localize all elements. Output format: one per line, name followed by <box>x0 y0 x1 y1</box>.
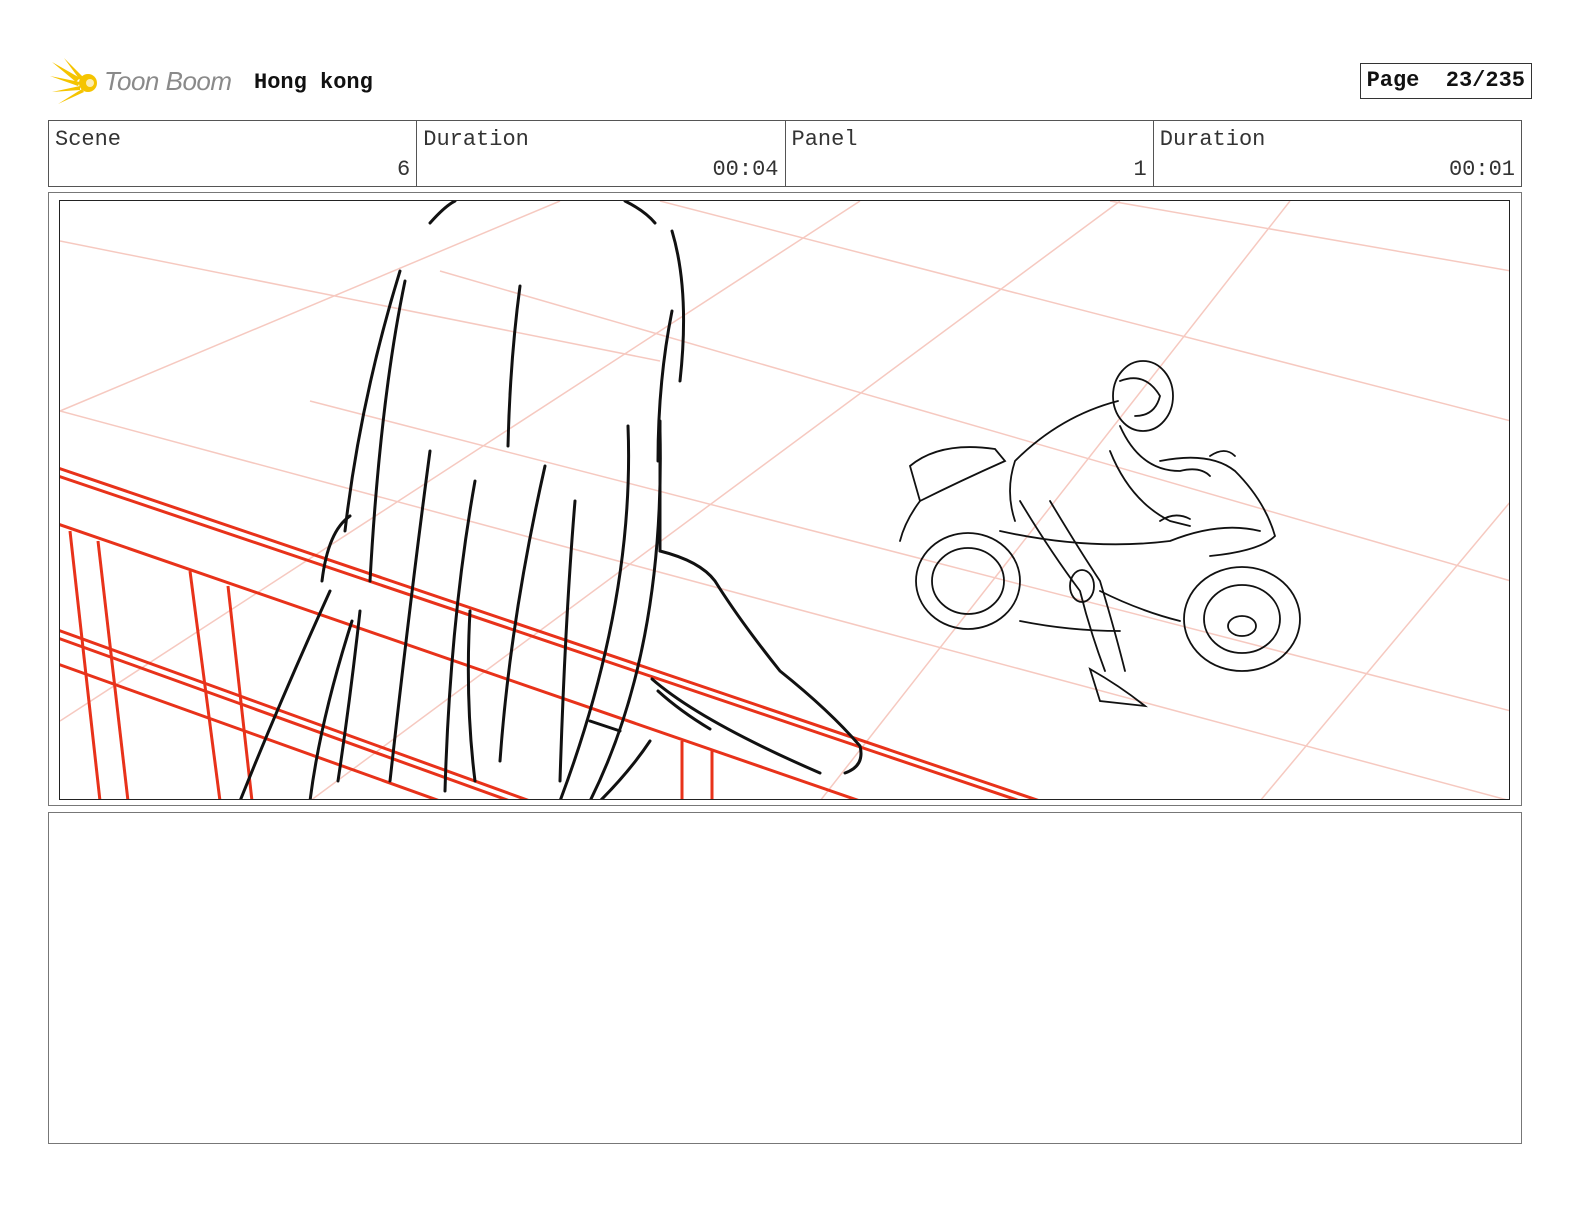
panel-label: Panel <box>791 127 858 152</box>
scene-duration-label: Duration <box>423 127 529 152</box>
panel-duration-value: 00:01 <box>1448 157 1515 182</box>
scene-duration-value: 00:04 <box>712 157 779 182</box>
motorcycle-rider <box>899 360 1301 708</box>
scene-value: 6 <box>397 157 411 182</box>
panel-duration-label: Duration <box>1159 127 1266 152</box>
page-indicator: Page 23/235 <box>1359 63 1532 99</box>
page-number: 23/235 <box>1445 68 1525 93</box>
scene-label: Scene <box>55 127 122 152</box>
panel-notes-area[interactable] <box>48 812 1522 1144</box>
project-title: Hong kong <box>254 70 373 95</box>
storyboard-header: Toon Boom Hong kong Page 23/235 <box>50 56 1532 108</box>
panel-duration-cell: Duration 00:01 <box>1154 121 1521 186</box>
panel-value: 1 <box>1133 157 1147 182</box>
storyboard-sketch <box>60 201 1509 799</box>
toon-boom-logo: Toon Boom <box>50 56 240 108</box>
scene-duration-cell: Duration 00:04 <box>417 121 786 186</box>
starburst-icon <box>50 58 97 104</box>
panel-info-table: Scene 6 Duration 00:04 Panel 1 Duration … <box>48 120 1522 187</box>
panel-cell: Panel 1 <box>786 121 1154 186</box>
logo-text: Toon Boom <box>104 66 232 96</box>
railing <box>60 467 1039 799</box>
scene-cell: Scene 6 <box>49 121 418 186</box>
page-label: Page <box>1366 68 1420 93</box>
panel-image <box>59 200 1510 800</box>
panel-frame <box>48 192 1522 806</box>
